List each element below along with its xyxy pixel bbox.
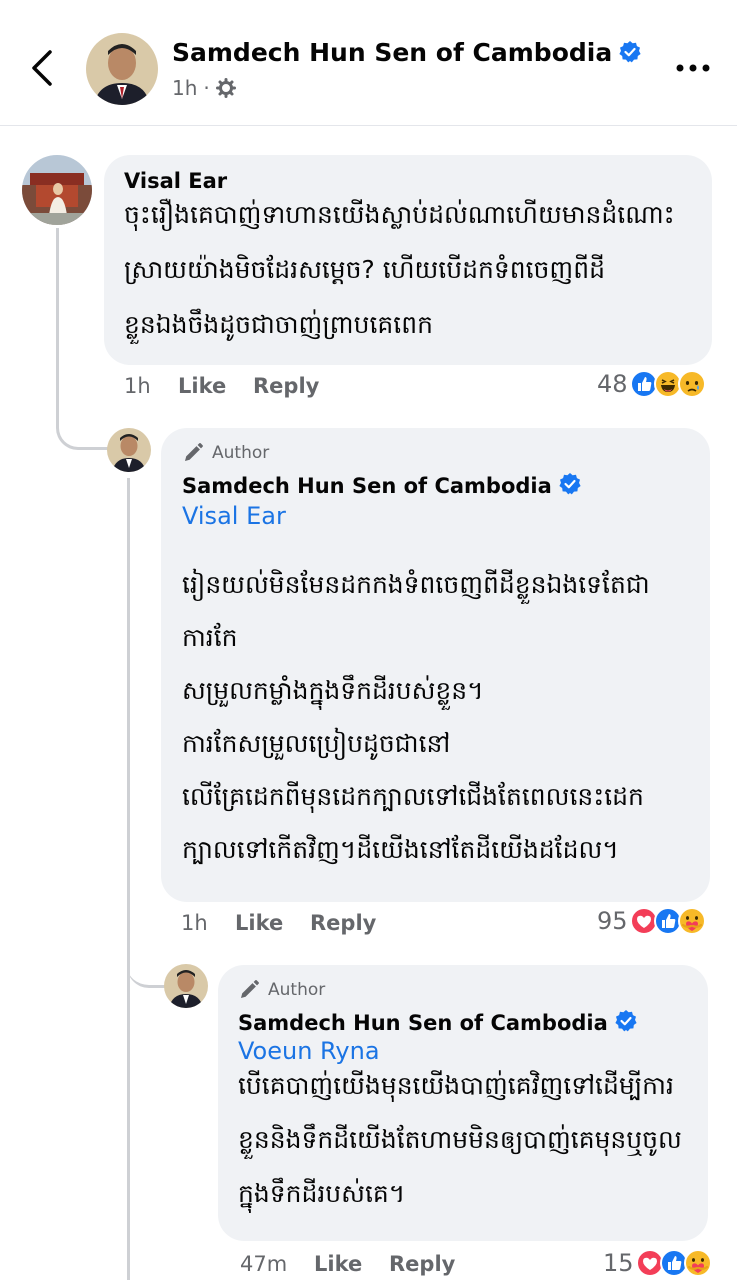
- reaction-count: 95: [597, 907, 628, 935]
- reaction-summary[interactable]: 48: [597, 370, 706, 398]
- post-header: Samdech Hun Sen of Cambodia 1h ·: [0, 0, 737, 126]
- pencil-icon: [185, 443, 203, 461]
- comment-time[interactable]: 1h: [124, 374, 178, 398]
- reply-button[interactable]: Reply: [253, 374, 319, 398]
- author-avatar[interactable]: [107, 428, 151, 472]
- commenter-avatar[interactable]: [22, 155, 92, 225]
- comment-text: រៀនយល់មិនមែនដកកងទំពចេញពីដីខ្លួនឯងទេតែជា …: [182, 558, 690, 876]
- globe-gear-icon: [215, 78, 236, 98]
- comment-actions: 1h Like Reply: [124, 374, 319, 398]
- comment-line: លើគ្រែដេកពីមុនដេកក្បាលទៅជើងតែពេលនេះដេក: [182, 782, 644, 811]
- comment-bubble[interactable]: Author Samdech Hun Sen of Cambodia Visal…: [161, 428, 710, 902]
- comment-bubble[interactable]: Visal Ear ចុះរឿងគេបាញ់ទាហានយើងស្លាប់ដល់ណ…: [104, 155, 712, 365]
- comment-actions: 47m Like Reply: [240, 1252, 455, 1276]
- pencil-icon: [241, 980, 259, 998]
- comment-line: ក្បាលទៅកើតវិញ។ដីយើងនៅតែដីយើងដដែល។: [182, 835, 619, 864]
- post-meta: 1h ·: [172, 76, 236, 100]
- comment-line: សម្រួលកម្លាំងក្នុងទឹកដីរបស់ខ្លួន។: [182, 676, 484, 705]
- comment-time[interactable]: 1h: [181, 911, 235, 935]
- page-name[interactable]: Samdech Hun Sen of Cambodia: [172, 38, 642, 67]
- page-name-text[interactable]: Samdech Hun Sen of Cambodia: [172, 38, 612, 67]
- author-badge-label: Author: [268, 980, 326, 1000]
- comment-bubble[interactable]: Author Samdech Hun Sen of Cambodia Voeun…: [218, 965, 708, 1241]
- meta-separator: ·: [203, 76, 210, 100]
- reaction-count: 15: [603, 1249, 634, 1277]
- more-dots-icon[interactable]: [675, 58, 711, 78]
- comment-text: បើគេបាញ់យើងមុនយើងបាញ់គេវិញទៅដើម្បីការខ្ល…: [238, 1071, 682, 1208]
- like-button[interactable]: Like: [314, 1252, 389, 1276]
- author-badge: Author: [238, 979, 690, 1001]
- comment-actions: 1h Like Reply: [181, 911, 376, 935]
- author-badge: Author: [182, 442, 690, 464]
- page-avatar[interactable]: [86, 33, 158, 105]
- sad-reaction-icon: [677, 370, 706, 398]
- verified-badge-icon: [559, 473, 581, 495]
- reaction-summary[interactable]: 95: [597, 907, 706, 935]
- comment-line: ការកែ: [182, 623, 238, 652]
- verified-badge-icon: [619, 41, 641, 63]
- comment-author[interactable]: Samdech Hun Sen of Cambodia: [238, 1009, 690, 1035]
- reaction-count: 48: [597, 370, 628, 398]
- like-button[interactable]: Like: [235, 911, 310, 935]
- comment-line: រៀនយល់មិនមែនដកកងទំពចេញពីដីខ្លួនឯងទេតែជា: [182, 570, 650, 599]
- comment-time[interactable]: 47m: [240, 1252, 314, 1276]
- thread-connector: [56, 228, 108, 450]
- thread-line: [127, 478, 130, 1280]
- like-button[interactable]: Like: [178, 374, 253, 398]
- reply-button[interactable]: Reply: [310, 911, 376, 935]
- comment-author-text[interactable]: Samdech Hun Sen of Cambodia: [182, 474, 552, 498]
- comment-text: ចុះរឿងគេបាញ់ទាហានយើងស្លាប់ដល់ណាហើយមានដំណ…: [124, 200, 675, 339]
- comment-author-text[interactable]: Samdech Hun Sen of Cambodia: [238, 1011, 608, 1035]
- post-time[interactable]: 1h: [172, 76, 197, 100]
- care-reaction-icon: [677, 907, 706, 935]
- thread-connector: [127, 900, 165, 988]
- author-avatar[interactable]: [164, 964, 208, 1008]
- comment-line: ការកែសម្រួលប្រៀបដូចជានៅ: [182, 729, 451, 758]
- back-chevron-icon[interactable]: [26, 48, 60, 88]
- mention-link[interactable]: Visal Ear: [182, 502, 690, 530]
- author-badge-label: Author: [212, 443, 270, 463]
- comment-author[interactable]: Samdech Hun Sen of Cambodia: [182, 472, 690, 498]
- verified-badge-icon: [615, 1010, 637, 1032]
- reply-button[interactable]: Reply: [389, 1252, 455, 1276]
- reaction-summary[interactable]: 15: [603, 1249, 712, 1277]
- care-reaction-icon: [683, 1249, 712, 1277]
